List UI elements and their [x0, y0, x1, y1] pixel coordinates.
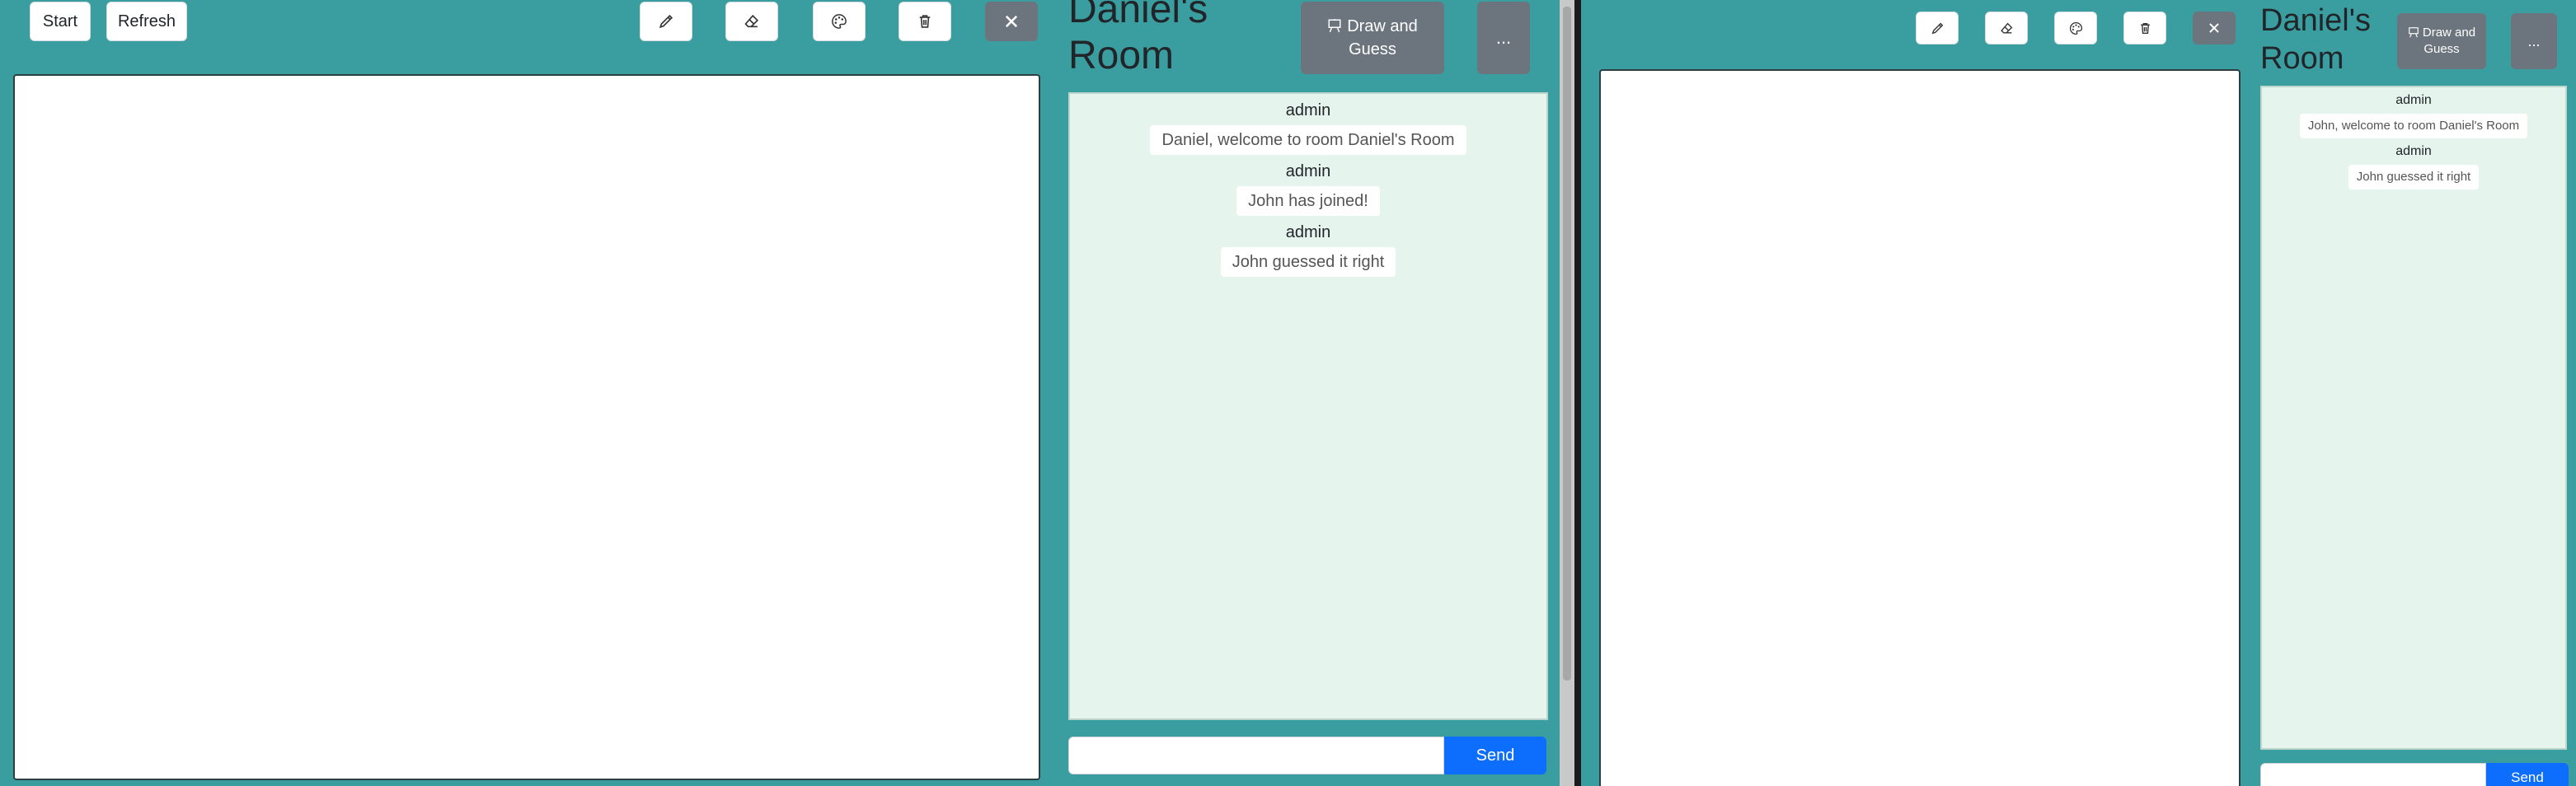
- chat-message: John, welcome to room Daniel's Room: [2299, 114, 2528, 138]
- palette-tool-button[interactable]: [813, 2, 866, 41]
- easel-icon: [1327, 18, 1342, 33]
- chat-message: John has joined!: [1236, 186, 1380, 216]
- eraser-icon: [2000, 21, 2014, 35]
- scrollbar-track[interactable]: [1560, 0, 1574, 786]
- chat-sender: admin: [2395, 93, 2432, 107]
- eraser-tool-button[interactable]: [725, 2, 778, 41]
- eraser-icon: [744, 13, 760, 30]
- more-options-button[interactable]: ...: [2511, 13, 2557, 69]
- close-icon: [1002, 12, 1021, 30]
- more-options-button[interactable]: ...: [1477, 2, 1530, 74]
- chat-message: John guessed it right: [2348, 165, 2480, 189]
- palette-icon: [831, 13, 847, 30]
- pencil-tool-button[interactable]: [640, 2, 692, 41]
- chat-sender: admin: [1285, 101, 1331, 119]
- easel-icon: [2408, 26, 2419, 38]
- chat-sender: admin: [1285, 223, 1331, 241]
- chat-input[interactable]: [2260, 763, 2486, 786]
- pencil-icon: [1931, 21, 1945, 35]
- close-icon: [2207, 21, 2222, 35]
- drawing-canvas[interactable]: [1599, 69, 2241, 786]
- draw-and-guess-button[interactable]: Draw and Guess: [1301, 2, 1444, 74]
- chat-panel: admin John, welcome to room Daniel's Roo…: [2260, 86, 2567, 750]
- palette-tool-button[interactable]: [2054, 12, 2097, 44]
- clear-canvas-button[interactable]: [2123, 12, 2166, 44]
- scrollbar-thumb[interactable]: [1563, 7, 1571, 681]
- eraser-tool-button[interactable]: [1985, 12, 2028, 44]
- room-title: Daniel's Room: [1068, 0, 1208, 77]
- send-button[interactable]: Send: [2486, 763, 2569, 786]
- pencil-icon: [658, 13, 674, 30]
- player-window-john: Daniel's Room Draw and Guess ... admin J…: [1581, 0, 2576, 786]
- drawing-canvas[interactable]: [13, 74, 1040, 780]
- chat-panel: admin Daniel, welcome to room Daniel's R…: [1068, 92, 1548, 720]
- send-button[interactable]: Send: [1444, 737, 1546, 774]
- draw-and-guess-label: Draw and Guess: [1347, 17, 1418, 58]
- trash-icon: [2138, 21, 2152, 35]
- palette-icon: [2069, 21, 2083, 35]
- close-button[interactable]: [985, 2, 1038, 41]
- chat-sender: admin: [2395, 144, 2432, 158]
- draw-and-guess-label: Draw and Guess: [2422, 26, 2476, 56]
- chat-message: John guessed it right: [1220, 247, 1396, 277]
- player-window-daniel: Start Refresh Daniel's Room Draw and Gue…: [0, 0, 1560, 786]
- draw-and-guess-button[interactable]: Draw and Guess: [2397, 13, 2486, 69]
- pencil-tool-button[interactable]: [1916, 12, 1959, 44]
- start-button[interactable]: Start: [30, 2, 91, 41]
- room-title: Daniel's Room: [2260, 3, 2371, 76]
- refresh-button[interactable]: Refresh: [106, 2, 187, 41]
- chat-message: Daniel, welcome to room Daniel's Room: [1150, 125, 1466, 155]
- close-button[interactable]: [2193, 12, 2236, 44]
- chat-input[interactable]: [1068, 737, 1444, 774]
- chat-sender: admin: [1285, 162, 1331, 180]
- clear-canvas-button[interactable]: [899, 2, 951, 41]
- window-divider: [1574, 0, 1581, 786]
- trash-icon: [917, 13, 933, 30]
